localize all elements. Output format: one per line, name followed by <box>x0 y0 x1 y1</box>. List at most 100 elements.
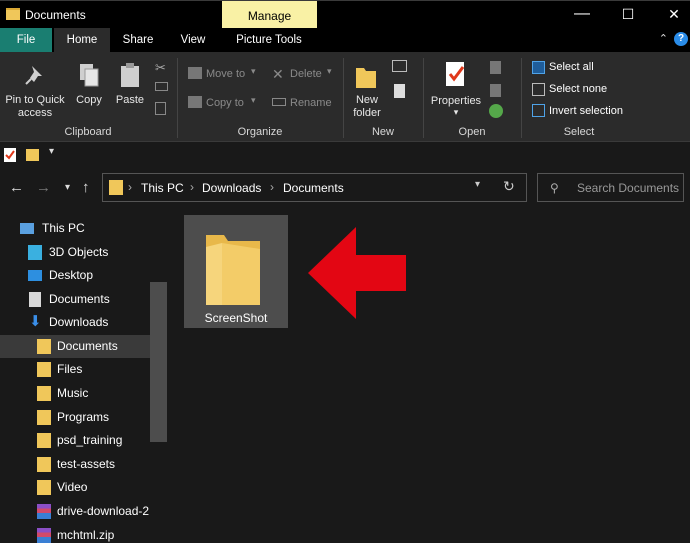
sidebar-item-label: mchtml.zip <box>57 528 115 542</box>
sidebar-item-downloads[interactable]: ⬇ Downloads <box>0 311 150 334</box>
new-folder-button[interactable]: New folder <box>346 94 388 120</box>
folder-icon <box>37 339 51 354</box>
easy-access-icon[interactable] <box>394 84 405 98</box>
close-button[interactable]: ✕ <box>651 1 690 29</box>
sidebar-item-mchtml-zip[interactable]: mchtml.zip <box>0 524 150 543</box>
recent-locations-icon[interactable]: ▾ <box>65 182 70 193</box>
delete-button[interactable]: Delete <box>290 68 322 80</box>
sidebar-item-label: Documents <box>57 339 118 353</box>
up-button[interactable]: ↑ <box>82 179 90 196</box>
sidebar-item-video[interactable]: Video <box>0 476 150 499</box>
breadcrumb-documents[interactable]: Documents <box>283 181 344 195</box>
sidebar-item-drive-download[interactable]: drive-download-2 <box>0 500 150 523</box>
move-to-button[interactable]: Move to <box>206 68 245 80</box>
open-group-label: Open <box>458 126 486 138</box>
breadcrumb-this-pc[interactable]: This PC <box>141 181 184 195</box>
folder-icon <box>37 362 51 377</box>
copy-icon <box>80 64 99 87</box>
tab-share[interactable]: Share <box>114 28 162 52</box>
chevron-down-icon: ▾ <box>327 66 332 76</box>
ribbon: Pin to Quick access Copy Paste ✂ Clipboa… <box>0 52 690 142</box>
sidebar-item-label: Files <box>57 362 83 376</box>
folder-name: ScreenShot <box>204 311 268 325</box>
sidebar-item-label: 3D Objects <box>49 245 109 259</box>
back-button[interactable]: ← <box>9 179 24 196</box>
maximize-button[interactable]: ☐ <box>605 1 651 29</box>
properties-icon[interactable] <box>4 148 17 162</box>
history-icon[interactable] <box>489 104 503 118</box>
paste-icon <box>121 63 139 87</box>
tab-home[interactable]: Home <box>54 28 110 52</box>
invert-selection-button[interactable]: Invert selection <box>549 105 623 117</box>
chevron-right-icon: › <box>270 180 274 194</box>
sidebar-item-label: Documents <box>49 292 110 306</box>
copy-path-icon[interactable] <box>155 82 168 91</box>
collapse-ribbon-icon[interactable]: ⌃ <box>659 32 668 45</box>
sidebar-item-documents[interactable]: Documents <box>0 288 150 311</box>
folder-icon <box>37 410 51 425</box>
quick-access-toolbar: ▾ <box>0 143 690 167</box>
sidebar-item-desktop[interactable]: Desktop <box>0 264 150 287</box>
folder-tile-screenshot[interactable]: ScreenShot <box>184 215 288 328</box>
search-box[interactable]: ⚲ Search Documents <box>537 173 684 202</box>
pc-icon <box>20 223 34 234</box>
minimize-button[interactable]: — <box>559 1 605 29</box>
sidebar-item-label: Desktop <box>49 268 94 282</box>
select-none-button[interactable]: Select none <box>549 83 607 95</box>
sidebar-item-label: Downloads <box>49 315 109 329</box>
folder-icon <box>206 235 260 305</box>
tab-picture-tools[interactable]: Picture Tools <box>226 28 312 52</box>
sidebar-item-music[interactable]: Music <box>0 382 150 405</box>
invert-selection-icon <box>532 104 545 117</box>
sidebar-item-3d-objects[interactable]: 3D Objects <box>0 241 150 264</box>
refresh-icon[interactable]: ↻ <box>503 178 515 195</box>
sidebar-item-test-assets[interactable]: test-assets <box>0 453 150 476</box>
folder-icon <box>109 180 123 195</box>
folder-icon <box>6 8 20 20</box>
sidebar-item-label: Programs <box>57 410 110 424</box>
red-arrow-icon <box>308 227 406 319</box>
sidebar-item-this-pc[interactable]: This PC <box>0 217 150 240</box>
address-history-icon[interactable]: ▾ <box>475 179 480 190</box>
address-bar[interactable]: › This PC › Downloads › Documents ▾ ↻ <box>102 173 527 202</box>
sidebar-scrollbar[interactable] <box>150 282 167 442</box>
breadcrumb-downloads[interactable]: Downloads <box>202 181 261 195</box>
customize-toolbar-icon[interactable]: ▾ <box>49 146 54 157</box>
new-item-icon[interactable] <box>392 60 407 72</box>
sidebar-item-programs[interactable]: Programs <box>0 406 150 429</box>
sidebar-item-files[interactable]: Files <box>0 358 150 381</box>
copy-to-button[interactable]: Copy to <box>206 97 244 109</box>
paste-shortcut-icon[interactable] <box>155 102 166 115</box>
new-folder-icon[interactable] <box>26 149 39 161</box>
move-to-icon <box>188 67 202 79</box>
pin-label-line1: Pin to Quick <box>5 94 65 106</box>
pin-to-quick-access-button[interactable]: Pin to Quick access <box>0 94 70 120</box>
sidebar-item-label: Music <box>57 386 89 400</box>
rename-button[interactable]: Rename <box>290 97 332 109</box>
sidebar-item-label: psd_training <box>57 433 123 447</box>
manage-context-tab[interactable]: Manage <box>222 1 317 29</box>
sidebar-item-psd-training[interactable]: psd_training <box>0 429 150 452</box>
properties-icon <box>446 62 465 86</box>
new-folder-icon <box>356 68 376 88</box>
ribbon-tabs: File Home Share View Picture Tools ⌃ ? <box>0 28 690 52</box>
paste-button[interactable]: Paste <box>112 94 148 107</box>
tab-file[interactable]: File <box>0 28 52 52</box>
clipboard-group-label: Clipboard <box>64 126 112 138</box>
select-all-button[interactable]: Select all <box>549 61 594 73</box>
copy-to-icon <box>188 96 202 108</box>
cube-icon <box>28 245 42 260</box>
new-folder-label-line2: folder <box>353 107 381 119</box>
edit-icon[interactable] <box>490 84 501 97</box>
copy-button[interactable]: Copy <box>70 94 108 107</box>
cut-icon[interactable]: ✂ <box>155 60 166 76</box>
chevron-right-icon: › <box>128 180 132 194</box>
help-icon[interactable]: ? <box>674 32 688 46</box>
desktop-icon <box>28 270 42 281</box>
forward-button[interactable]: → <box>36 179 51 196</box>
tab-view[interactable]: View <box>170 28 216 52</box>
open-icon[interactable] <box>490 61 501 74</box>
select-none-icon <box>532 83 545 96</box>
sidebar-item-documents-selected[interactable]: Documents <box>0 335 150 358</box>
window-title: Documents <box>25 8 86 22</box>
